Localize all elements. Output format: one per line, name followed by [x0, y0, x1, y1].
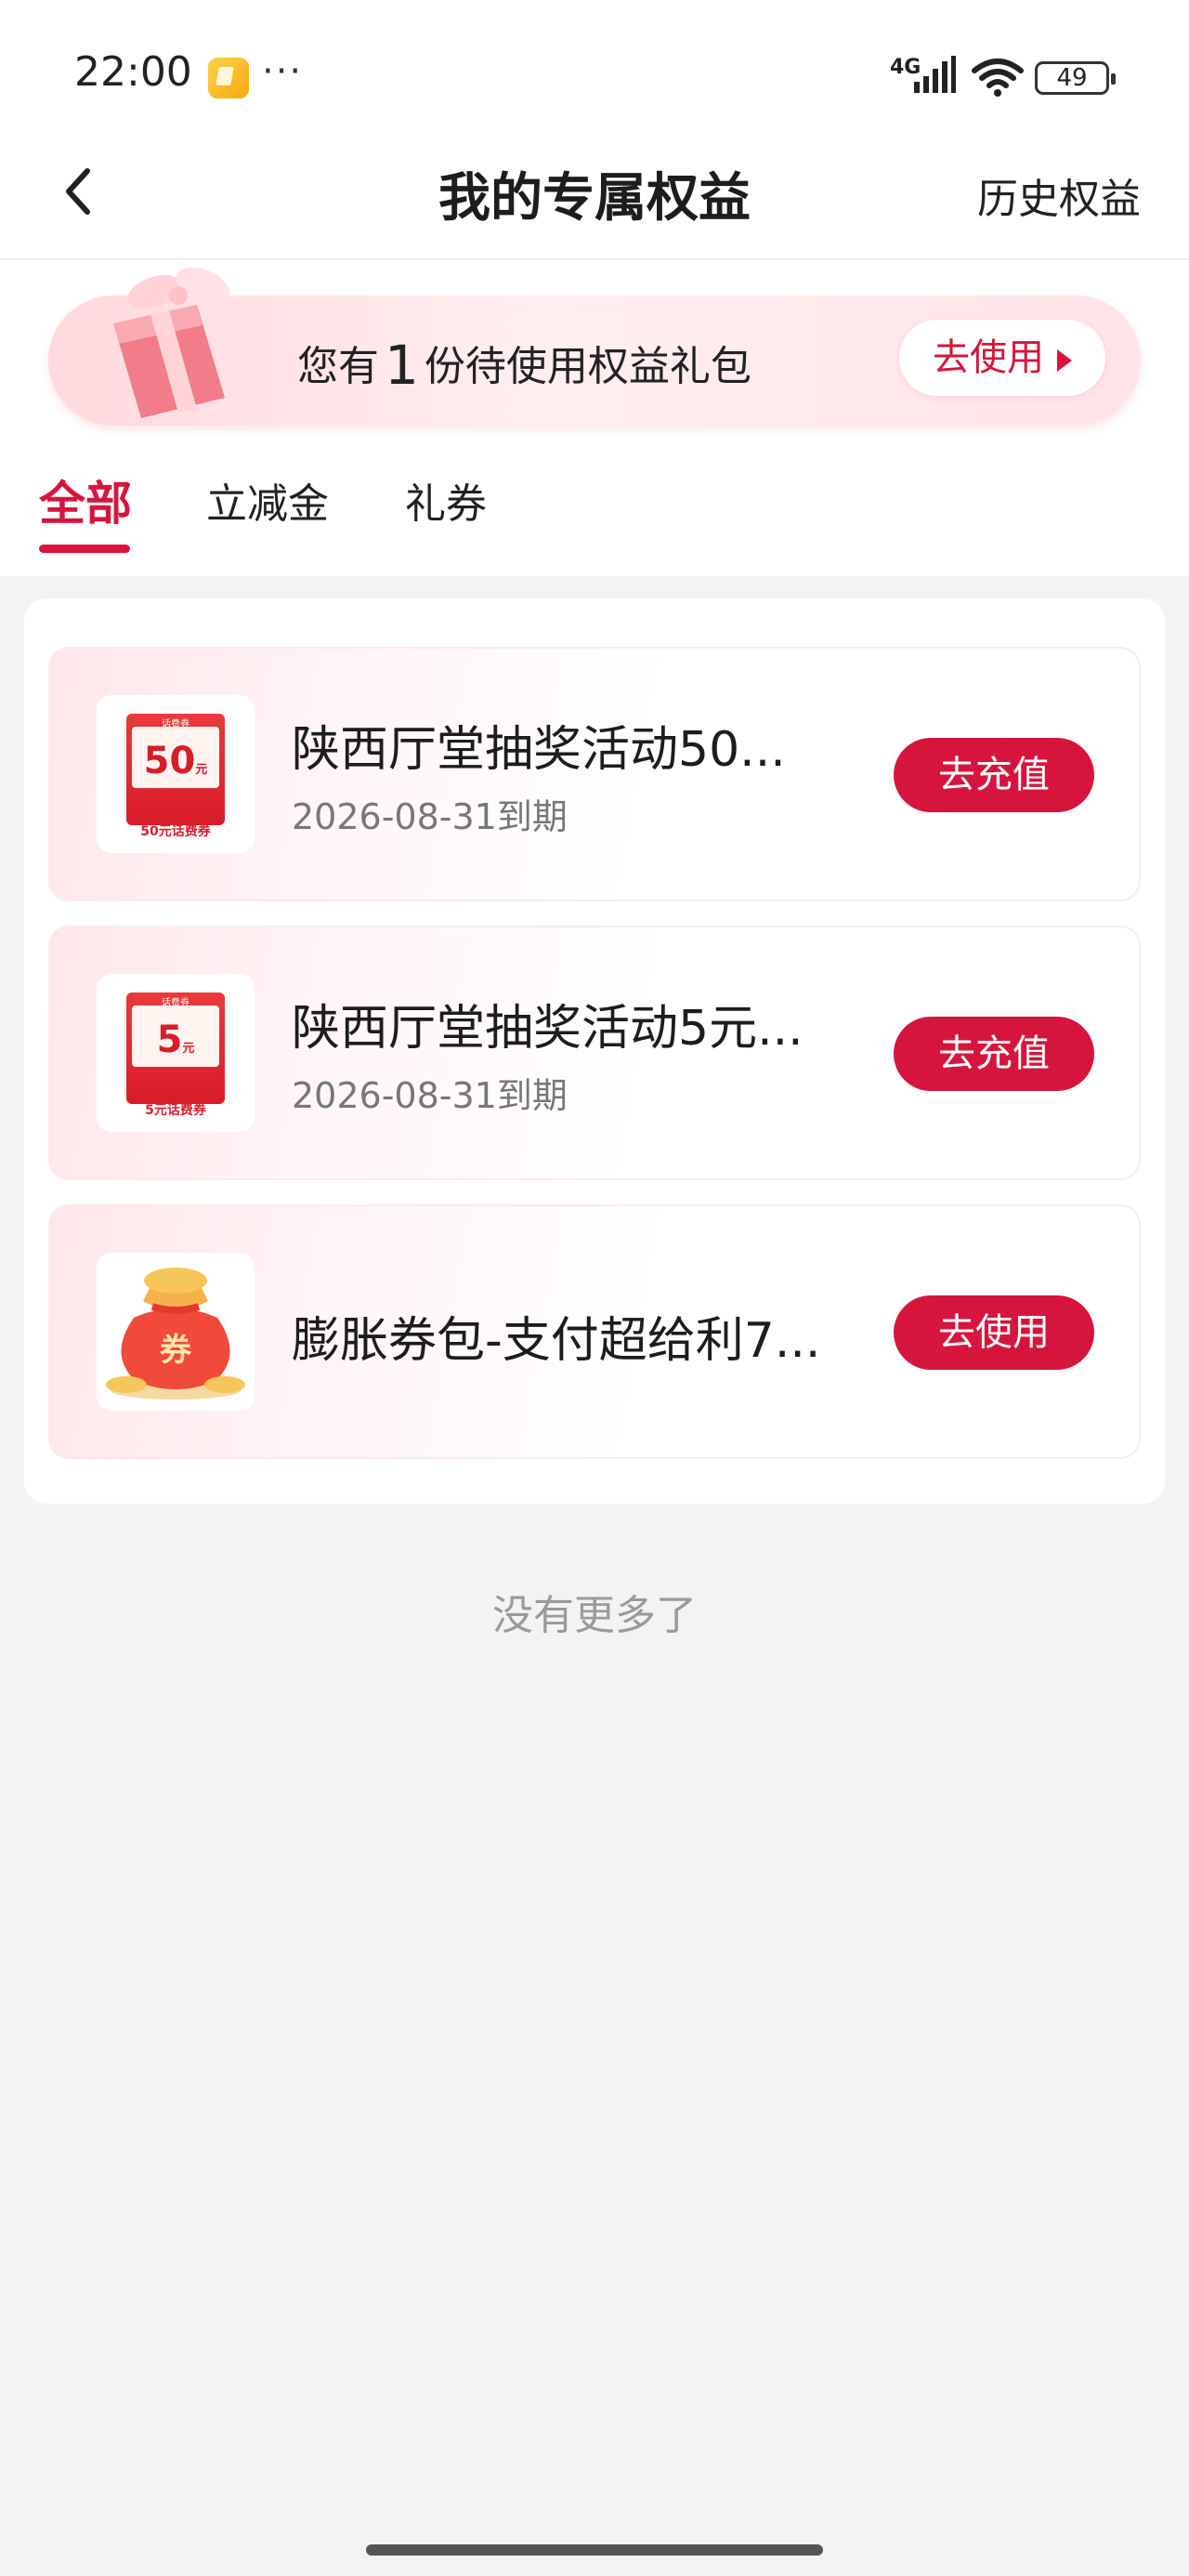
- no-more-text: 没有更多了: [492, 1592, 697, 1639]
- home-indicator[interactable]: [366, 2544, 823, 2556]
- tab-instant-discount[interactable]: 立减金: [206, 470, 329, 530]
- use-button[interactable]: 去使用: [894, 1295, 1094, 1370]
- banner-use-button[interactable]: 去使用: [899, 320, 1105, 396]
- play-arrow-icon: [1057, 349, 1072, 372]
- benefit-title: 陕西厅堂抽奖活动5元...: [292, 1001, 804, 1057]
- history-benefits-link[interactable]: 历史权益: [977, 165, 1141, 225]
- tab-gift-coupon[interactable]: 礼券: [405, 470, 487, 530]
- battery-indicator: 49: [1035, 61, 1116, 95]
- tab-all[interactable]: 全部: [39, 467, 132, 533]
- benefit-card[interactable]: 话费券 50元 50元话费券 陕西厅堂抽奖活动50... 2026-08-31到…: [48, 647, 1141, 901]
- benefit-expiry: 2026-08-31到期: [292, 1075, 568, 1116]
- benefit-title: 陕西厅堂抽奖活动50...: [292, 722, 786, 778]
- signal-icon: [914, 56, 956, 93]
- status-time: 22:00: [74, 48, 192, 96]
- coupon-bag-thumbnail: 券: [97, 1253, 255, 1411]
- active-tab-indicator: [39, 545, 130, 553]
- phone-credit-coupon-thumbnail: 话费券 50元 50元话费券: [97, 695, 255, 853]
- benefit-card[interactable]: 券 膨胀券包-支付超给利7... 去使用: [48, 1204, 1141, 1459]
- recharge-button[interactable]: 去充值: [894, 738, 1094, 812]
- recharge-button[interactable]: 去充值: [894, 1017, 1094, 1091]
- wifi-icon: [972, 59, 1024, 97]
- money-bag-icon: 券: [106, 1268, 245, 1400]
- benefit-card[interactable]: 话费券 5元 5元话费券 陕西厅堂抽奖活动5元... 2026-08-31到期 …: [48, 926, 1141, 1180]
- gift-box-icon: [113, 267, 229, 418]
- svg-text:券: 券: [160, 1332, 192, 1369]
- benefit-expiry: 2026-08-31到期: [292, 796, 568, 837]
- phone-credit-coupon-thumbnail: 话费券 5元 5元话费券: [97, 974, 255, 1132]
- benefit-title: 膨胀券包-支付超给利7...: [292, 1313, 821, 1369]
- notification-app-icon: [208, 58, 249, 99]
- more-notifications-icon: ···: [262, 50, 304, 93]
- banner-message: 您有 1 份待使用权益礼包: [297, 334, 751, 397]
